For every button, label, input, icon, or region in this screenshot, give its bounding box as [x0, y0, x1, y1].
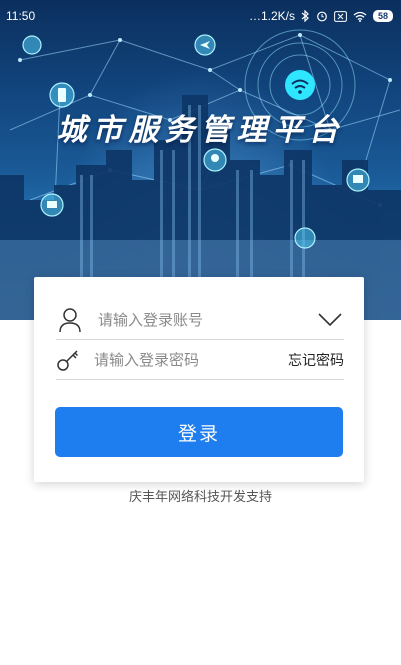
password-input[interactable] [94, 351, 288, 369]
sim-card-icon [334, 10, 347, 22]
password-field-row: 忘记密码 [56, 341, 344, 380]
account-field-row [56, 301, 344, 340]
hero-banner: 城市服务管理平台 [0, 0, 401, 320]
app-title: 城市服务管理平台 [56, 113, 345, 148]
bluetooth-icon [301, 10, 310, 22]
account-history-dropdown[interactable] [316, 306, 344, 334]
status-time: 11:50 [6, 9, 36, 23]
key-icon [56, 346, 80, 374]
user-icon [56, 306, 84, 334]
forgot-password-link[interactable]: 忘记密码 [288, 350, 344, 370]
network-speed: …1.2K/s [248, 9, 295, 23]
login-button[interactable]: 登录 [55, 407, 343, 457]
city-network-illustration [0, 29, 401, 320]
developer-credit: 庆丰年网络科技开发支持 [128, 490, 272, 505]
chevron-down-icon [318, 313, 342, 327]
login-card: 忘记密码 登录 [34, 277, 364, 482]
alarm-icon [316, 10, 328, 22]
status-bar: 11:50 …1.2K/s 58 [0, 0, 401, 32]
battery-indicator: 58 [373, 10, 393, 22]
status-indicators: …1.2K/s 58 [249, 9, 393, 23]
account-input[interactable] [98, 311, 316, 329]
wifi-icon [353, 11, 367, 22]
